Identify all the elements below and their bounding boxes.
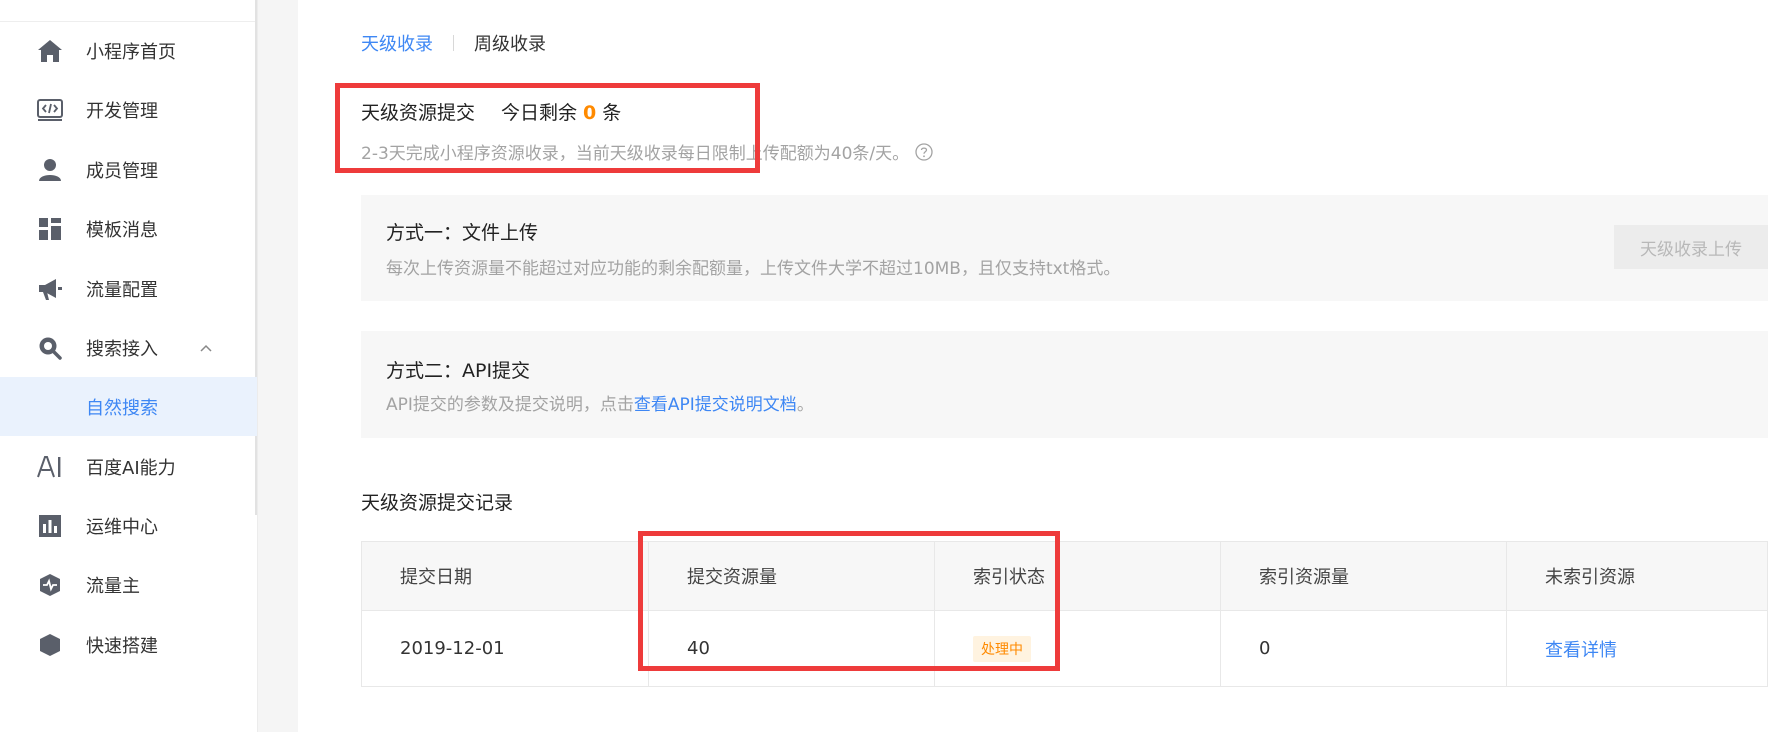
api-submit-panel: 方式二：API提交 API提交的参数及提交说明，点击查看API提交说明文档。	[361, 331, 1768, 438]
sidebar-item-label: 自然搜索	[86, 397, 158, 419]
tab-weekly[interactable]: 周级收录	[474, 30, 546, 56]
sidebar-item-label: 百度AI能力	[86, 457, 176, 479]
sidebar-item-label: 小程序首页	[86, 41, 176, 63]
sidebar-item-label: 流量配置	[86, 279, 158, 301]
chevron-up-icon[interactable]	[198, 340, 214, 356]
tab-daily[interactable]: 天级收录	[361, 30, 433, 56]
quota-remaining-prefix: 今日剩余	[501, 102, 578, 124]
sidebar-item-natural-search[interactable]: 自然搜索	[0, 377, 257, 436]
sidebar-item-label: 模板消息	[86, 219, 158, 241]
tab-bar: 天级收录 周级收录	[361, 30, 546, 56]
sidebar-item-members[interactable]: 成员管理	[0, 136, 257, 203]
method-two-description: API提交的参数及提交说明，点击查看API提交说明文档。	[386, 390, 814, 415]
help-icon[interactable]	[915, 142, 933, 161]
sidebar-item-label: 流量主	[86, 575, 140, 597]
method-one-title: 方式一：文件上传	[386, 222, 539, 244]
megaphone-icon	[36, 275, 64, 303]
method-two-description-prefix: API提交的参数及提交说明，点击	[386, 395, 634, 415]
column-header-unindexed: 未索引资源	[1545, 567, 1635, 588]
shield-pulse-icon	[36, 571, 64, 599]
sidebar-item-quick-build[interactable]: 快速搭建	[0, 611, 257, 678]
main-content: 天级收录 周级收录 天级资源提交 今日剩余 0 条 2-3天完成小程序资源收录，…	[298, 0, 1768, 732]
column-header-status: 索引状态	[935, 542, 1221, 610]
sidebar-item-templates[interactable]: 模板消息	[0, 195, 257, 262]
cell-unindexed: 查看详情	[1507, 611, 1768, 686]
ai-icon	[36, 453, 64, 481]
sidebar-item-label: 开发管理	[86, 100, 158, 122]
cell-date: 2019-12-01	[362, 611, 649, 686]
column-header-date: 提交日期	[362, 542, 649, 610]
sidebar-item-ops[interactable]: 运维中心	[0, 492, 257, 559]
sidebar-item-label: 成员管理	[86, 160, 158, 182]
cell-indexed: 0	[1221, 611, 1507, 686]
column-header-submitted: 提交资源量	[649, 542, 935, 610]
cell-status: 处理中	[935, 611, 1221, 686]
quota-title: 天级资源提交	[361, 102, 476, 124]
content-gutter	[258, 0, 298, 732]
sidebar-item-home[interactable]: 小程序首页	[0, 17, 257, 84]
tab-divider	[453, 35, 454, 51]
home-icon	[36, 37, 64, 65]
quota-remaining-count: 0	[583, 102, 597, 124]
code-icon	[36, 96, 64, 124]
api-doc-link[interactable]: 查看API提交说明文档	[634, 395, 797, 415]
view-details-link[interactable]: 查看详情	[1545, 636, 1617, 662]
chart-icon	[36, 512, 64, 540]
sidebar-item-dev[interactable]: 开发管理	[0, 76, 257, 143]
table-header: 提交日期 提交资源量 索引状态 索引资源量 未索引资源	[362, 542, 1767, 611]
sidebar-item-label: 搜索接入	[86, 338, 158, 360]
sidebar-item-search-access[interactable]: 搜索接入	[0, 314, 257, 381]
daily-upload-button[interactable]: 天级收录上传	[1614, 225, 1768, 269]
user-icon	[36, 156, 64, 184]
sidebar-item-label: 快速搭建	[86, 635, 158, 657]
quota-remaining-suffix: 条	[602, 102, 622, 124]
table-row: 2019-12-01 40 处理中 0 查看详情	[362, 611, 1767, 686]
method-two-title: 方式二：API提交	[386, 360, 531, 382]
status-badge: 处理中	[973, 635, 1031, 662]
column-header-indexed: 索引资源量	[1221, 542, 1507, 610]
cell-submitted: 40	[649, 611, 935, 686]
quota-section: 天级资源提交 今日剩余 0 条 2-3天完成小程序资源收录，当前天级收录每日限制…	[361, 98, 933, 164]
records-table: 提交日期 提交资源量 索引状态 索引资源量 未索引资源 2019-12-01 4…	[361, 541, 1768, 687]
file-upload-panel: 方式一：文件上传 每次上传资源量不能超过对应功能的剩余配额量，上传文件大学不超过…	[361, 195, 1768, 301]
method-two-description-suffix: 。	[796, 395, 814, 415]
sidebar-item-label: 运维中心	[86, 516, 158, 538]
quota-description: 2-3天完成小程序资源收录，当前天级收录每日限制上传配额为40条/天。	[361, 144, 910, 164]
search-icon	[36, 334, 64, 362]
method-one-description: 每次上传资源量不能超过对应功能的剩余配额量，上传文件大学不超过10MB，且仅支持…	[386, 259, 1121, 279]
box-icon	[36, 631, 64, 659]
template-icon	[36, 215, 64, 243]
sidebar-item-traffic-config[interactable]: 流量配置	[0, 255, 257, 322]
records-title: 天级资源提交记录	[361, 492, 514, 514]
sidebar-item-baidu-ai[interactable]: 百度AI能力	[0, 433, 257, 500]
sidebar-item-traffic-owner[interactable]: 流量主	[0, 551, 257, 618]
sidebar: 小程序首页 开发管理 成员管理 模板消息 流量配置 搜索接入 自然搜索 百度AI…	[0, 0, 258, 732]
